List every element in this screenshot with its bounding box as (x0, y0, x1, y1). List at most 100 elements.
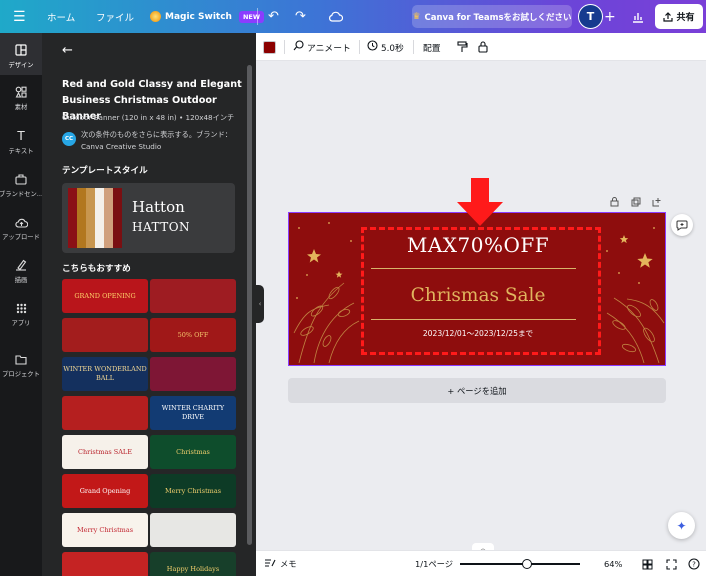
rail-item-design[interactable]: デザイン (0, 33, 42, 75)
template-thumbnail-text: Merry Christmas (76, 525, 134, 534)
template-thumbnail[interactable]: Grand Opening (62, 474, 148, 508)
back-arrow-icon[interactable]: ← (62, 43, 73, 58)
banner-design[interactable]: MAX70%OFF Chrismas Sale 2023/12/01〜2023/… (288, 212, 666, 366)
cloud-save-icon[interactable] (328, 0, 343, 33)
template-thumbnail[interactable]: Happy Holidays (150, 552, 236, 576)
undo-icon[interactable]: ↶ (268, 0, 279, 33)
fullscreen-icon[interactable] (666, 551, 677, 576)
side-rail: デザイン 素材 T テキスト ブランドセン… アップロード 描画 アプリ プロジ… (0, 33, 44, 576)
page-indicator[interactable]: 1/1ページ (415, 551, 453, 576)
home-button[interactable]: ホーム (47, 0, 75, 33)
template-thumbnail[interactable] (62, 318, 148, 352)
rail-label-elements: 素材 (14, 104, 28, 111)
duration-button[interactable]: 5.0秒 (367, 33, 404, 61)
swatch-white (95, 188, 104, 248)
template-thumbnail[interactable]: Merry Christmas (150, 474, 236, 508)
brand-avatar: CC (62, 132, 76, 146)
template-thumbnail-text: WINTER WONDERLAND BALL (63, 365, 147, 382)
highlight-dashed-box (361, 227, 601, 355)
template-thumbnail[interactable]: Christmas SALE (62, 435, 148, 469)
toolbar-divider (413, 40, 414, 54)
rail-item-apps[interactable]: アプリ (0, 301, 42, 327)
template-thumbnail[interactable] (62, 552, 148, 576)
rail-item-elements[interactable]: 素材 (0, 85, 42, 111)
magic-switch-label: Magic Switch (165, 11, 232, 22)
redo-icon[interactable]: ↷ (295, 0, 306, 33)
position-button[interactable]: 配置 (423, 33, 441, 61)
template-thumbnail[interactable]: Merry Christmas (62, 513, 148, 547)
zoom-slider-track[interactable] (460, 563, 580, 565)
new-badge: NEW (238, 10, 265, 23)
background-color-swatch[interactable] (263, 41, 276, 54)
notes-button[interactable]: メモ (264, 551, 297, 576)
animate-button[interactable]: アニメート (293, 33, 351, 61)
swatch-gold (77, 188, 86, 248)
panel-scrollbar[interactable] (247, 65, 252, 545)
magic-switch-button[interactable]: Magic Switch NEW (150, 0, 265, 33)
teams-trial-button[interactable]: ♛ Canva for Teamsをお試しください (412, 5, 572, 28)
template-thumbnail-text: 50% OFF (177, 330, 209, 339)
magic-assistant-icon[interactable]: ✦ (668, 512, 695, 539)
lock-page-icon[interactable] (610, 197, 619, 210)
avatar[interactable]: T (578, 4, 603, 29)
template-thumbnail[interactable]: WINTER WONDERLAND BALL (62, 357, 148, 391)
template-thumbnail[interactable]: WINTER CHARITY DRIVE (150, 396, 236, 430)
swatch-peach (104, 188, 113, 248)
zoom-level[interactable]: 64% (604, 551, 622, 576)
template-thumbnail-text: Christmas (176, 447, 210, 456)
rail-label-uploads: アップロード (2, 234, 40, 241)
rail-item-uploads[interactable]: アップロード (0, 215, 42, 241)
rail-item-text[interactable]: T テキスト (0, 129, 42, 155)
rail-label-projects: プロジェクト (2, 371, 40, 378)
help-icon[interactable]: ? (688, 551, 700, 576)
template-thumbnail-text: Happy Holidays (166, 564, 220, 573)
brand-icon (14, 172, 28, 186)
style-font-caps: HATTON (132, 220, 191, 234)
teams-label: Canva for Teamsをお試しください (424, 12, 572, 23)
rail-item-brand[interactable]: ブランドセン… (0, 172, 44, 198)
elements-icon (14, 85, 28, 99)
add-page-icon[interactable] (652, 197, 662, 210)
rail-label-text: テキスト (8, 148, 34, 155)
add-icon[interactable]: + (604, 0, 616, 33)
template-thumbnail[interactable] (150, 513, 236, 547)
collapse-panel-handle[interactable]: ‹ (256, 285, 264, 323)
text-icon: T (17, 129, 25, 143)
template-thumbnail[interactable] (150, 279, 236, 313)
template-thumbnail-text: Christmas SALE (78, 447, 132, 456)
draw-icon (14, 258, 28, 272)
hamburger-icon[interactable]: ☰ (13, 0, 26, 33)
brand-link[interactable]: 次の条件のものをさらに表示する。ブランド：Canva Creative Stud… (81, 129, 249, 153)
insights-icon[interactable] (632, 0, 644, 33)
template-thumbnail[interactable] (150, 357, 236, 391)
template-thumbnail-text: GRAND OPENING (74, 291, 136, 300)
zoom-slider-knob[interactable] (522, 559, 532, 569)
template-style-card[interactable]: Hatton HATTON (62, 183, 235, 253)
rail-item-projects[interactable]: プロジェクト (0, 352, 42, 378)
notes-icon (264, 558, 276, 570)
apps-icon (14, 301, 28, 315)
animate-label: アニメート (307, 43, 351, 54)
swatch-dark-red (68, 188, 77, 248)
toolbar-divider (284, 40, 285, 54)
file-menu[interactable]: ファイル (96, 0, 134, 33)
lock-icon[interactable] (478, 33, 488, 61)
layout-icon (14, 43, 28, 57)
share-button[interactable]: 共有 (655, 4, 703, 29)
template-style-heading: テンプレートスタイル (62, 166, 148, 176)
template-thumbnail[interactable]: 50% OFF (150, 318, 236, 352)
add-page-button[interactable]: + ページを追加 (288, 378, 666, 403)
duplicate-page-icon[interactable] (631, 197, 641, 210)
grid-view-icon[interactable] (642, 551, 653, 576)
comment-icon[interactable] (671, 214, 693, 236)
upload-icon (14, 215, 28, 229)
template-thumbnail[interactable] (62, 396, 148, 430)
rail-item-draw[interactable]: 描画 (0, 258, 42, 284)
share-label: 共有 (676, 13, 695, 23)
template-thumbnail-text: WINTER CHARITY DRIVE (161, 404, 225, 421)
rail-label-brand: ブランドセン… (0, 191, 44, 198)
template-thumbnail[interactable]: GRAND OPENING (62, 279, 148, 313)
paint-roller-icon[interactable] (457, 33, 468, 61)
folder-icon (14, 352, 28, 366)
template-thumbnail[interactable]: Christmas (150, 435, 236, 469)
